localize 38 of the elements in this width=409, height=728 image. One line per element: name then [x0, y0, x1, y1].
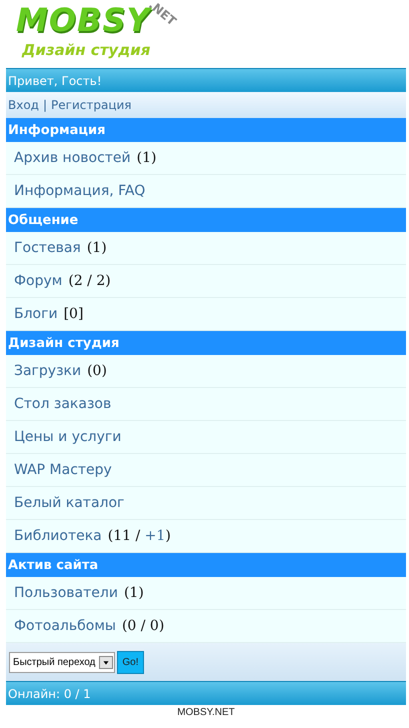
logo-name: MOBSY: [16, 0, 151, 40]
online-bar: Онлайн: 0 / 1: [6, 681, 406, 705]
menu-link[interactable]: Цены и услуги: [14, 429, 122, 445]
quick-jump-select[interactable]: Быстрый переход: [9, 652, 116, 672]
greeting-bar: Привет, Гость!: [6, 68, 406, 92]
menu-link[interactable]: Стол заказов: [14, 396, 112, 412]
menu-link[interactable]: Загрузки: [14, 363, 82, 379]
item-count: [0]: [64, 306, 84, 322]
menu-link[interactable]: Фотоальбомы: [14, 618, 116, 634]
menu-link[interactable]: WAP Мастеру: [14, 462, 112, 478]
item-count: (0): [87, 363, 107, 379]
menu-link[interactable]: Гостевая: [14, 240, 81, 256]
count-link[interactable]: +1: [144, 528, 166, 544]
section-header: Дизайн студия: [6, 331, 406, 355]
item-count: (1): [86, 240, 107, 256]
section-header: Информация: [6, 118, 406, 142]
menu-link[interactable]: Информация, FAQ: [14, 183, 146, 199]
item-count: (1): [124, 585, 144, 601]
item-count: (0 / 0): [122, 618, 164, 634]
menu-link[interactable]: Форум: [14, 273, 62, 289]
menu-link[interactable]: Библиотека: [14, 528, 102, 544]
menu-link[interactable]: Пользователи: [14, 585, 118, 601]
menu-link[interactable]: Блоги: [14, 306, 58, 322]
separator: |: [42, 98, 48, 112]
section-header: Актив сайта: [6, 553, 406, 577]
menu-link[interactable]: Архив новостей: [14, 150, 131, 166]
item-count: ): [165, 528, 171, 544]
item-count: (2 / 2): [68, 273, 111, 289]
section-header: Общение: [6, 208, 406, 232]
auth-link[interactable]: Регистрация: [51, 98, 132, 112]
caret-icon: [99, 656, 114, 668]
footer-text: MOBSY.NET: [176, 706, 236, 718]
item-count: (1): [136, 150, 156, 166]
go-button[interactable]: Go!: [117, 650, 144, 674]
auth-link[interactable]: Вход: [8, 98, 39, 112]
menu-link[interactable]: Белый каталог: [14, 495, 124, 511]
logo-tagline: Дизайн студия: [22, 40, 150, 60]
item-count: (11 /: [108, 528, 142, 544]
